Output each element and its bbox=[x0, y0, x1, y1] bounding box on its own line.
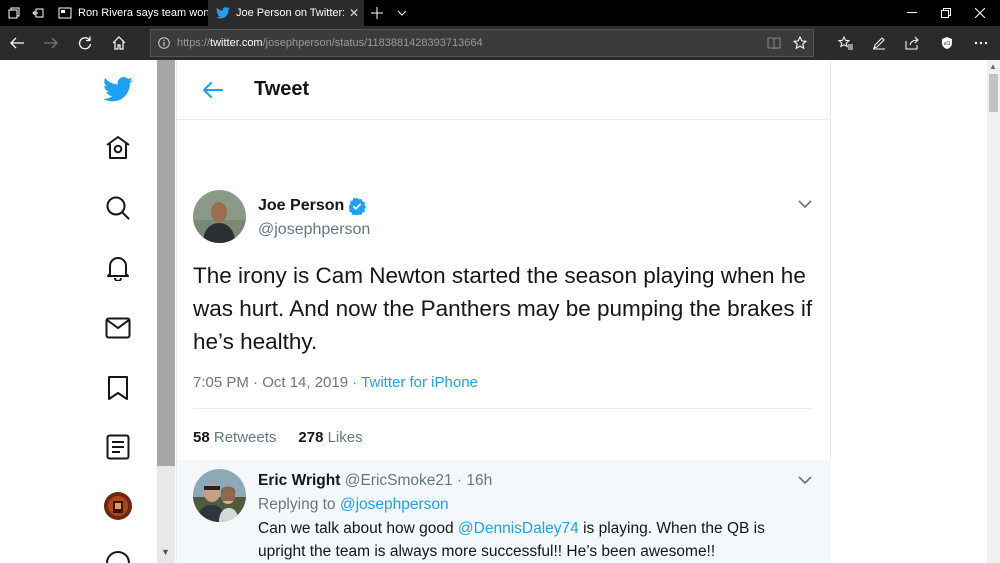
close-window-icon[interactable] bbox=[963, 0, 997, 26]
tweet-author-name[interactable]: Joe Person bbox=[258, 197, 367, 215]
chevron-down-icon[interactable] bbox=[796, 195, 814, 213]
retweets-label: Retweets bbox=[213, 429, 277, 446]
tweet-author-handle[interactable]: @josephperson bbox=[258, 221, 370, 239]
twitter-sidebar bbox=[0, 60, 157, 563]
twitter-favicon-icon bbox=[216, 6, 230, 20]
tab-preview-chevron-icon[interactable] bbox=[390, 0, 414, 26]
replying-to-link[interactable]: @josephperson bbox=[340, 496, 449, 513]
extension-icon[interactable]: uO bbox=[930, 26, 964, 60]
page-title: Tweet bbox=[254, 78, 310, 100]
reply-author-line: Eric Wright @EricSmoke21 · 16h bbox=[258, 472, 492, 490]
browser-nav-bar: https://twitter.com/josephperson/status/… bbox=[0, 26, 1000, 60]
search-icon[interactable] bbox=[101, 191, 135, 225]
twitter-logo-icon[interactable] bbox=[101, 72, 135, 106]
back-arrow-icon[interactable] bbox=[199, 76, 227, 104]
new-tab-icon[interactable] bbox=[365, 0, 389, 26]
refresh-icon[interactable] bbox=[68, 26, 102, 60]
url-prefix: https:// bbox=[177, 37, 211, 49]
right-sidebar bbox=[832, 60, 987, 563]
back-icon[interactable] bbox=[0, 26, 34, 60]
tweet-time[interactable]: 7:05 PM · Oct 14, 2019 · bbox=[193, 374, 361, 391]
favorites-hub-icon[interactable] bbox=[829, 26, 863, 60]
forward-icon[interactable] bbox=[34, 26, 68, 60]
favorite-star-icon[interactable] bbox=[787, 30, 813, 56]
minimize-icon[interactable] bbox=[895, 0, 929, 26]
url-host: twitter.com bbox=[210, 37, 263, 49]
bookmark-icon[interactable] bbox=[101, 371, 135, 405]
replying-to-prefix: Replying to bbox=[258, 496, 340, 513]
reply-text-part: Can we talk about how good bbox=[258, 520, 458, 537]
tab-actions-icon[interactable] bbox=[2, 0, 26, 26]
list-icon[interactable] bbox=[101, 430, 135, 464]
scroll-up-arrow-icon[interactable]: ▲ bbox=[989, 62, 997, 71]
scroll-down-arrow-icon[interactable]: ▼ bbox=[161, 547, 170, 557]
svg-text:uO: uO bbox=[944, 41, 951, 47]
tab-title: Ron Rivera says team won't bbox=[78, 7, 208, 19]
page-scrollbar-thumb[interactable] bbox=[989, 74, 998, 112]
url-text: https://twitter.com/josephperson/status/… bbox=[177, 37, 483, 49]
main-column: Tweet Joe Person @josephperson The irony… bbox=[176, 60, 831, 563]
page-header: Tweet bbox=[177, 60, 831, 120]
home-icon[interactable] bbox=[101, 131, 135, 165]
reply-tweet[interactable]: Eric Wright @EricSmoke21 · 16h Replying … bbox=[177, 460, 831, 563]
mail-icon[interactable] bbox=[101, 311, 135, 345]
share-browser-icon[interactable] bbox=[895, 26, 929, 60]
restore-icon[interactable] bbox=[929, 0, 963, 26]
more-icon[interactable] bbox=[101, 546, 135, 563]
reply-handle-time[interactable]: @EricSmoke21 · 16h bbox=[345, 472, 493, 489]
url-path: /josephperson/status/1183881428393713664 bbox=[262, 37, 483, 49]
likes-count: 278 bbox=[298, 429, 324, 446]
info-icon[interactable] bbox=[151, 37, 177, 49]
page-scrollbar[interactable]: ▲ bbox=[987, 60, 1000, 563]
web-note-icon[interactable] bbox=[862, 26, 896, 60]
reply-text-line-2: upright the team is always more successf… bbox=[258, 543, 716, 560]
retweets-stat[interactable]: 58 Retweets bbox=[193, 429, 276, 446]
browser-tab-2[interactable]: Joe Person on Twitter: “ ✕ bbox=[208, 0, 364, 26]
likes-stat[interactable]: 278 Likes bbox=[298, 429, 362, 446]
reply-text-part: is playing. When the QB is bbox=[578, 520, 765, 537]
reply-mention-link[interactable]: @DennisDaley74 bbox=[458, 520, 579, 537]
page-favicon-icon bbox=[58, 6, 72, 20]
page-content: ▼ Tweet Joe Person @josephperson The iro… bbox=[0, 60, 1000, 563]
replying-to-line: Replying to @josephperson bbox=[258, 496, 449, 514]
reply-author-avatar[interactable] bbox=[193, 469, 246, 522]
author-name-text: Joe Person bbox=[258, 197, 345, 214]
divider bbox=[193, 408, 813, 409]
close-tab-icon[interactable]: ✕ bbox=[344, 6, 364, 20]
reply-text-line-1: Can we talk about how good @DennisDaley7… bbox=[258, 520, 765, 538]
tweet-text: The irony is Cam Newton started the seas… bbox=[193, 263, 813, 354]
browser-tab-bar: Ron Rivera says team won't Joe Person on… bbox=[0, 0, 1000, 26]
sidebar-scrollbar[interactable]: ▼ bbox=[157, 60, 175, 563]
profile-avatar[interactable] bbox=[101, 489, 135, 523]
sidebar-scrollbar-thumb[interactable] bbox=[157, 60, 175, 466]
tweet-stats: 58 Retweets 278 Likes bbox=[193, 429, 363, 446]
tab-title: Joe Person on Twitter: “ bbox=[236, 7, 344, 19]
tweet-source-link[interactable]: Twitter for iPhone bbox=[361, 374, 478, 391]
set-tabs-aside-icon[interactable] bbox=[26, 0, 50, 26]
more-menu-icon[interactable] bbox=[964, 26, 998, 60]
browser-tab-1[interactable]: Ron Rivera says team won't bbox=[50, 0, 208, 26]
tweet-author-avatar[interactable] bbox=[193, 190, 246, 243]
bell-icon[interactable] bbox=[101, 251, 135, 285]
reply-author-name[interactable]: Eric Wright bbox=[258, 472, 340, 489]
chevron-down-icon[interactable] bbox=[796, 471, 814, 489]
reading-view-icon[interactable] bbox=[761, 30, 787, 56]
home-browser-icon[interactable] bbox=[102, 26, 136, 60]
likes-label: Likes bbox=[327, 429, 363, 446]
address-bar[interactable]: https://twitter.com/josephperson/status/… bbox=[150, 29, 814, 57]
retweets-count: 58 bbox=[193, 429, 210, 446]
verified-icon bbox=[348, 197, 367, 215]
tweet-timestamp: 7:05 PM · Oct 14, 2019 · Twitter for iPh… bbox=[193, 374, 478, 391]
